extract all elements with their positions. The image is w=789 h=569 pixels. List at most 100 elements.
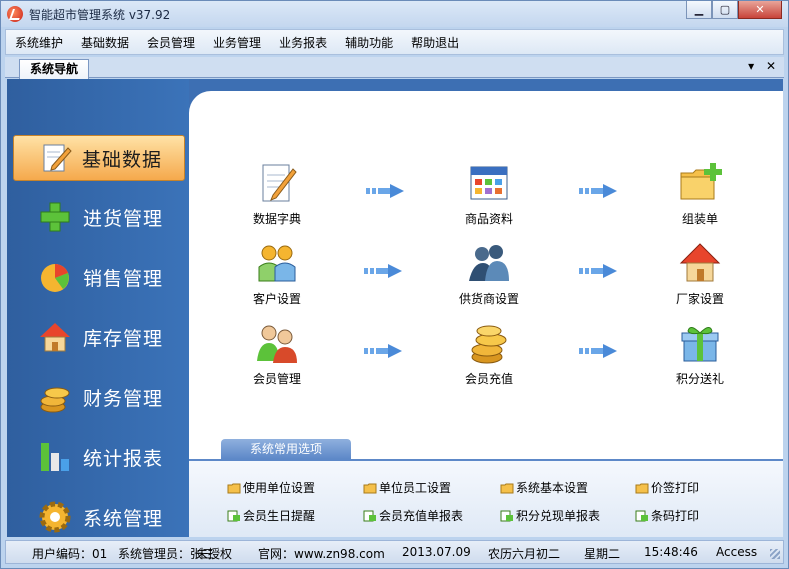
tab-dropdown-icon[interactable]: ▾ [748,59,754,73]
close-icon: ✕ [755,3,765,16]
status-database: Access [716,545,758,559]
maximize-button[interactable]: ▢ [712,1,738,19]
option-org-settings[interactable]: 使用单位设置 [227,479,315,496]
tab-strip: 系统导航 ▾ ✕ [5,57,784,79]
app-logo-icon [7,6,23,22]
tile-label: 积分送礼 [675,372,724,386]
option-price-tag-print[interactable]: 价签打印 [635,479,699,496]
status-website: 官网：www.zn98.com [258,547,385,561]
status-bar: 用户编码：01 系统管理员：张三 未授权 官网：www.zn98.com 201… [5,540,784,564]
pencil-paper-icon [262,164,297,202]
house-icon [40,323,70,352]
customers-icon [258,245,296,282]
tile-points-gift[interactable]: 积分送礼 [655,321,745,387]
folder-icon [635,483,649,493]
sidebar-item-finance[interactable]: 财务管理 [7,367,189,427]
tile-label: 组装单 [681,212,718,226]
tile-customer-settings[interactable]: 客户设置 [232,241,322,307]
menu-business-reports[interactable]: 业务报表 [270,34,336,51]
menu-bar: 系统维护 基础数据 会员管理 业务管理 业务报表 辅助功能 帮助退出 [5,29,784,55]
green-doc-icon [635,510,648,521]
coins-icon [40,387,70,413]
maximize-icon: ▢ [719,3,731,16]
flow-arrow-icon [579,344,617,358]
minimize-button[interactable]: ▁ [686,1,712,19]
menu-business-management[interactable]: 业务管理 [204,34,270,51]
sidebar-item-label: 进货管理 [83,207,164,230]
green-doc-icon [227,510,240,521]
sidebar: 基础数据 进货管理 销售管理 库存管理 财务管理 统计报表 系统管理 [7,79,189,537]
close-button[interactable]: ✕ [738,1,782,19]
pie-chart-icon [41,264,69,292]
folder-icon [227,483,241,493]
sidebar-item-label: 库存管理 [83,327,164,350]
coins-icon [471,325,507,364]
flow-arrow-icon [366,184,404,198]
sidebar-item-label: 统计报表 [83,447,164,470]
tile-supplier-settings[interactable]: 供货商设置 [444,241,534,307]
tile-label: 厂家设置 [675,292,724,306]
minimize-icon: ▁ [694,3,704,16]
tile-label: 会员管理 [252,372,301,386]
flow-arrow-icon [364,344,402,358]
option-system-settings[interactable]: 系统基本设置 [500,479,588,496]
status-date: 2013.07.09 [402,545,471,559]
sidebar-item-sales[interactable]: 销售管理 [7,247,189,307]
status-lunar-date: 农历六月初二 [488,547,561,561]
tile-member-recharge[interactable]: 会员充值 [444,321,534,387]
common-options-tab[interactable]: 系统常用选项 [221,439,351,459]
status-time: 15:48:46 [644,545,698,559]
sidebar-item-label: 财务管理 [83,387,164,410]
flow-arrow-icon [579,264,617,278]
option-employee-settings[interactable]: 单位员工设置 [363,479,451,496]
sidebar-item-purchase[interactable]: 进货管理 [7,187,189,247]
menu-basic-data[interactable]: 基础数据 [72,34,138,51]
tile-data-dictionary[interactable]: 数据字典 [232,161,322,227]
tile-label: 数据字典 [252,212,301,226]
status-license: 未授权 [196,547,233,561]
menu-member-management[interactable]: 会员管理 [138,34,204,51]
option-recharge-report[interactable]: 会员充值单报表 [363,507,463,524]
flow-arrow-icon [364,264,402,278]
resize-grip-icon[interactable] [770,549,780,559]
gift-icon [681,327,719,362]
option-birthday-reminder[interactable]: 会员生日提醒 [227,507,315,524]
navigation-panel: 基础数据 进货管理 销售管理 库存管理 财务管理 统计报表 系统管理 数据字典 … [7,79,783,537]
sidebar-item-system[interactable]: 系统管理 [7,487,189,547]
tile-assembly-order[interactable]: 组装单 [655,161,745,227]
app-window: 智能超市管理系统 v37.92 ▁ ▢ ✕ 系统维护 基础数据 会员管理 业务管… [0,0,789,569]
bar-chart-icon [41,443,69,471]
tab-system-navigation[interactable]: 系统导航 [19,59,90,79]
common-options-panel: 使用单位设置 单位员工设置 系统基本设置 价签打印 会员生日提醒 会员充值单报表 [189,459,783,537]
sidebar-item-statistics[interactable]: 统计报表 [7,427,189,487]
option-barcode-print[interactable]: 条码打印 [635,507,699,524]
folder-icon [500,483,514,493]
suppliers-icon [469,245,509,281]
tile-label: 商品资料 [464,212,513,226]
sidebar-item-label: 基础数据 [82,148,163,171]
status-user-code: 用户编码：01 [32,547,108,561]
tile-label: 客户设置 [252,292,301,306]
green-plus-icon [40,202,70,232]
status-weekday: 星期二 [584,547,621,561]
sidebar-item-label: 系统管理 [83,507,164,530]
menu-system-maintenance[interactable]: 系统维护 [6,34,72,51]
tile-manufacturer-settings[interactable]: 厂家设置 [655,241,745,307]
folder-plus-icon [680,163,722,200]
tile-label: 会员充值 [464,372,513,386]
title-bar[interactable]: 智能超市管理系统 v37.92 ▁ ▢ ✕ [1,1,788,27]
tile-product-info[interactable]: 商品资料 [444,161,534,227]
green-doc-icon [500,510,513,521]
calendar-grid-icon [470,166,508,200]
gear-icon [39,501,71,533]
sidebar-item-basic-data[interactable]: 基础数据 [13,135,185,181]
tab-close-icon[interactable]: ✕ [766,59,776,73]
flow-arrow-icon [579,184,617,198]
menu-help-exit[interactable]: 帮助退出 [402,34,468,51]
option-points-redeem-report[interactable]: 积分兑现单报表 [500,507,600,524]
sidebar-item-inventory[interactable]: 库存管理 [7,307,189,367]
menu-auxiliary[interactable]: 辅助功能 [336,34,402,51]
folder-icon [363,483,377,493]
window-title: 智能超市管理系统 v37.92 [29,8,171,22]
tile-member-management[interactable]: 会员管理 [232,321,322,387]
